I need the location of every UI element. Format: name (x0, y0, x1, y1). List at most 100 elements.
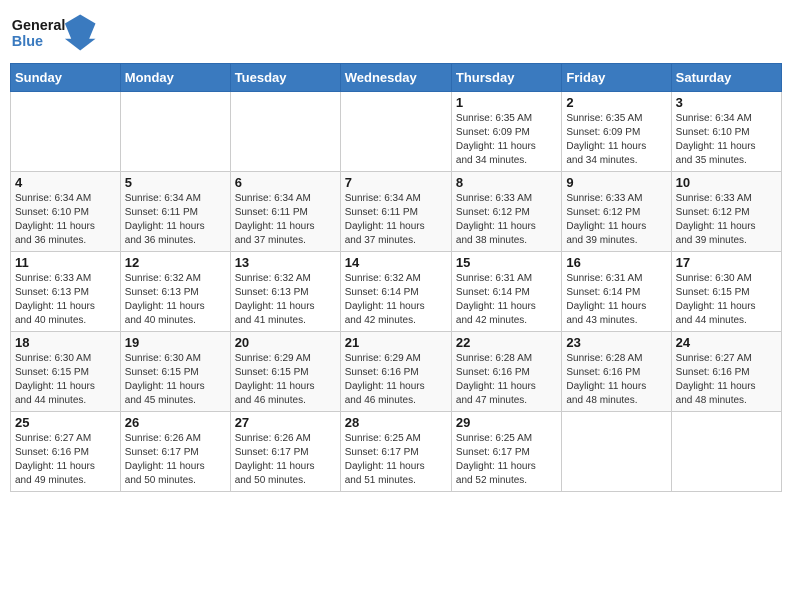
day-info: Sunrise: 6:34 AM Sunset: 6:10 PM Dayligh… (676, 112, 777, 168)
day-number: 18 (15, 335, 116, 350)
day-info: Sunrise: 6:35 AM Sunset: 6:09 PM Dayligh… (456, 112, 557, 168)
day-info: Sunrise: 6:30 AM Sunset: 6:15 PM Dayligh… (676, 272, 777, 328)
day-number: 27 (235, 415, 336, 430)
day-number: 9 (566, 175, 666, 190)
calendar-cell (562, 412, 671, 492)
day-number: 20 (235, 335, 336, 350)
day-number: 29 (456, 415, 557, 430)
calendar-week-4: 18 Sunrise: 6:30 AM Sunset: 6:15 PM Dayli… (11, 332, 782, 412)
calendar-cell: 12 Sunrise: 6:32 AM Sunset: 6:13 PM Dayli… (120, 252, 230, 332)
day-info: Sunrise: 6:33 AM Sunset: 6:12 PM Dayligh… (676, 192, 777, 248)
day-number: 10 (676, 175, 777, 190)
calendar-cell: 14 Sunrise: 6:32 AM Sunset: 6:14 PM Dayli… (340, 252, 451, 332)
day-number: 7 (345, 175, 447, 190)
day-number: 5 (125, 175, 226, 190)
weekday-header-thursday: Thursday (451, 64, 561, 92)
day-info: Sunrise: 6:34 AM Sunset: 6:10 PM Dayligh… (15, 192, 116, 248)
weekday-header-saturday: Saturday (671, 64, 781, 92)
calendar-cell: 24 Sunrise: 6:27 AM Sunset: 6:16 PM Dayli… (671, 332, 781, 412)
day-number: 11 (15, 255, 116, 270)
day-number: 3 (676, 95, 777, 110)
calendar-cell: 10 Sunrise: 6:33 AM Sunset: 6:12 PM Dayli… (671, 172, 781, 252)
calendar-cell: 11Sunrise: 6:33 AM Sunset: 6:13 PM Dayli… (11, 252, 121, 332)
calendar-week-1: 1Sunrise: 6:35 AM Sunset: 6:09 PM Daylig… (11, 92, 782, 172)
calendar-cell: 5Sunrise: 6:34 AM Sunset: 6:11 PM Daylig… (120, 172, 230, 252)
weekday-header-row: SundayMondayTuesdayWednesdayThursdayFrid… (11, 64, 782, 92)
day-info: Sunrise: 6:32 AM Sunset: 6:13 PM Dayligh… (125, 272, 226, 328)
day-info: Sunrise: 6:31 AM Sunset: 6:14 PM Dayligh… (456, 272, 557, 328)
day-info: Sunrise: 6:26 AM Sunset: 6:17 PM Dayligh… (235, 432, 336, 488)
day-info: Sunrise: 6:26 AM Sunset: 6:17 PM Dayligh… (125, 432, 226, 488)
day-number: 14 (345, 255, 447, 270)
day-info: Sunrise: 6:30 AM Sunset: 6:15 PM Dayligh… (15, 352, 116, 408)
weekday-header-sunday: Sunday (11, 64, 121, 92)
day-info: Sunrise: 6:28 AM Sunset: 6:16 PM Dayligh… (456, 352, 557, 408)
calendar-cell: 3 Sunrise: 6:34 AM Sunset: 6:10 PM Daylig… (671, 92, 781, 172)
day-number: 4 (15, 175, 116, 190)
day-number: 22 (456, 335, 557, 350)
calendar-cell: 1Sunrise: 6:35 AM Sunset: 6:09 PM Daylig… (451, 92, 561, 172)
day-number: 24 (676, 335, 777, 350)
calendar-cell: 27 Sunrise: 6:26 AM Sunset: 6:17 PM Dayli… (230, 412, 340, 492)
calendar-cell: 6 Sunrise: 6:34 AM Sunset: 6:11 PM Daylig… (230, 172, 340, 252)
day-number: 13 (235, 255, 336, 270)
calendar-cell: 28 Sunrise: 6:25 AM Sunset: 6:17 PM Dayli… (340, 412, 451, 492)
day-number: 25 (15, 415, 116, 430)
day-number: 21 (345, 335, 447, 350)
svg-text:Blue: Blue (12, 34, 43, 50)
day-number: 6 (235, 175, 336, 190)
day-info: Sunrise: 6:30 AM Sunset: 6:15 PM Dayligh… (125, 352, 226, 408)
day-info: Sunrise: 6:32 AM Sunset: 6:14 PM Dayligh… (345, 272, 447, 328)
calendar-cell: 21Sunrise: 6:29 AM Sunset: 6:16 PM Dayli… (340, 332, 451, 412)
calendar-cell: 8 Sunrise: 6:33 AM Sunset: 6:12 PM Daylig… (451, 172, 561, 252)
calendar-cell (230, 92, 340, 172)
weekday-header-wednesday: Wednesday (340, 64, 451, 92)
calendar-cell: 25 Sunrise: 6:27 AM Sunset: 6:16 PM Dayli… (11, 412, 121, 492)
day-number: 15 (456, 255, 557, 270)
calendar-cell: 19 Sunrise: 6:30 AM Sunset: 6:15 PM Dayli… (120, 332, 230, 412)
calendar-cell (340, 92, 451, 172)
day-number: 17 (676, 255, 777, 270)
calendar-cell: 26 Sunrise: 6:26 AM Sunset: 6:17 PM Dayli… (120, 412, 230, 492)
calendar-cell (671, 412, 781, 492)
weekday-header-monday: Monday (120, 64, 230, 92)
calendar-cell: 13 Sunrise: 6:32 AM Sunset: 6:13 PM Dayli… (230, 252, 340, 332)
day-number: 16 (566, 255, 666, 270)
header: General Blue (10, 10, 782, 55)
day-info: Sunrise: 6:32 AM Sunset: 6:13 PM Dayligh… (235, 272, 336, 328)
day-info: Sunrise: 6:29 AM Sunset: 6:15 PM Dayligh… (235, 352, 336, 408)
day-number: 12 (125, 255, 226, 270)
calendar-cell (11, 92, 121, 172)
day-info: Sunrise: 6:33 AM Sunset: 6:12 PM Dayligh… (456, 192, 557, 248)
day-info: Sunrise: 6:27 AM Sunset: 6:16 PM Dayligh… (676, 352, 777, 408)
calendar-cell: 17 Sunrise: 6:30 AM Sunset: 6:15 PM Dayli… (671, 252, 781, 332)
calendar-cell: 16 Sunrise: 6:31 AM Sunset: 6:14 PM Dayli… (562, 252, 671, 332)
day-info: Sunrise: 6:25 AM Sunset: 6:17 PM Dayligh… (456, 432, 557, 488)
calendar-cell: 9 Sunrise: 6:33 AM Sunset: 6:12 PM Daylig… (562, 172, 671, 252)
day-info: Sunrise: 6:35 AM Sunset: 6:09 PM Dayligh… (566, 112, 666, 168)
svg-text:General: General (12, 18, 66, 34)
calendar-cell: 2Sunrise: 6:35 AM Sunset: 6:09 PM Daylig… (562, 92, 671, 172)
calendar-cell: 18 Sunrise: 6:30 AM Sunset: 6:15 PM Dayli… (11, 332, 121, 412)
day-info: Sunrise: 6:25 AM Sunset: 6:17 PM Dayligh… (345, 432, 447, 488)
day-number: 19 (125, 335, 226, 350)
day-number: 26 (125, 415, 226, 430)
calendar-table: SundayMondayTuesdayWednesdayThursdayFrid… (10, 63, 782, 492)
calendar-week-2: 4 Sunrise: 6:34 AM Sunset: 6:10 PM Daylig… (11, 172, 782, 252)
day-info: Sunrise: 6:31 AM Sunset: 6:14 PM Dayligh… (566, 272, 666, 328)
calendar-cell: 23 Sunrise: 6:28 AM Sunset: 6:16 PM Dayli… (562, 332, 671, 412)
day-info: Sunrise: 6:33 AM Sunset: 6:12 PM Dayligh… (566, 192, 666, 248)
calendar-week-3: 11Sunrise: 6:33 AM Sunset: 6:13 PM Dayli… (11, 252, 782, 332)
calendar-cell (120, 92, 230, 172)
calendar-cell: 20 Sunrise: 6:29 AM Sunset: 6:15 PM Dayli… (230, 332, 340, 412)
day-info: Sunrise: 6:28 AM Sunset: 6:16 PM Dayligh… (566, 352, 666, 408)
day-info: Sunrise: 6:27 AM Sunset: 6:16 PM Dayligh… (15, 432, 116, 488)
generalblue-logo: General Blue (10, 10, 100, 55)
calendar-week-5: 25 Sunrise: 6:27 AM Sunset: 6:16 PM Dayli… (11, 412, 782, 492)
day-number: 28 (345, 415, 447, 430)
day-info: Sunrise: 6:34 AM Sunset: 6:11 PM Dayligh… (235, 192, 336, 248)
day-number: 23 (566, 335, 666, 350)
calendar-cell: 7Sunrise: 6:34 AM Sunset: 6:11 PM Daylig… (340, 172, 451, 252)
weekday-header-tuesday: Tuesday (230, 64, 340, 92)
day-number: 8 (456, 175, 557, 190)
